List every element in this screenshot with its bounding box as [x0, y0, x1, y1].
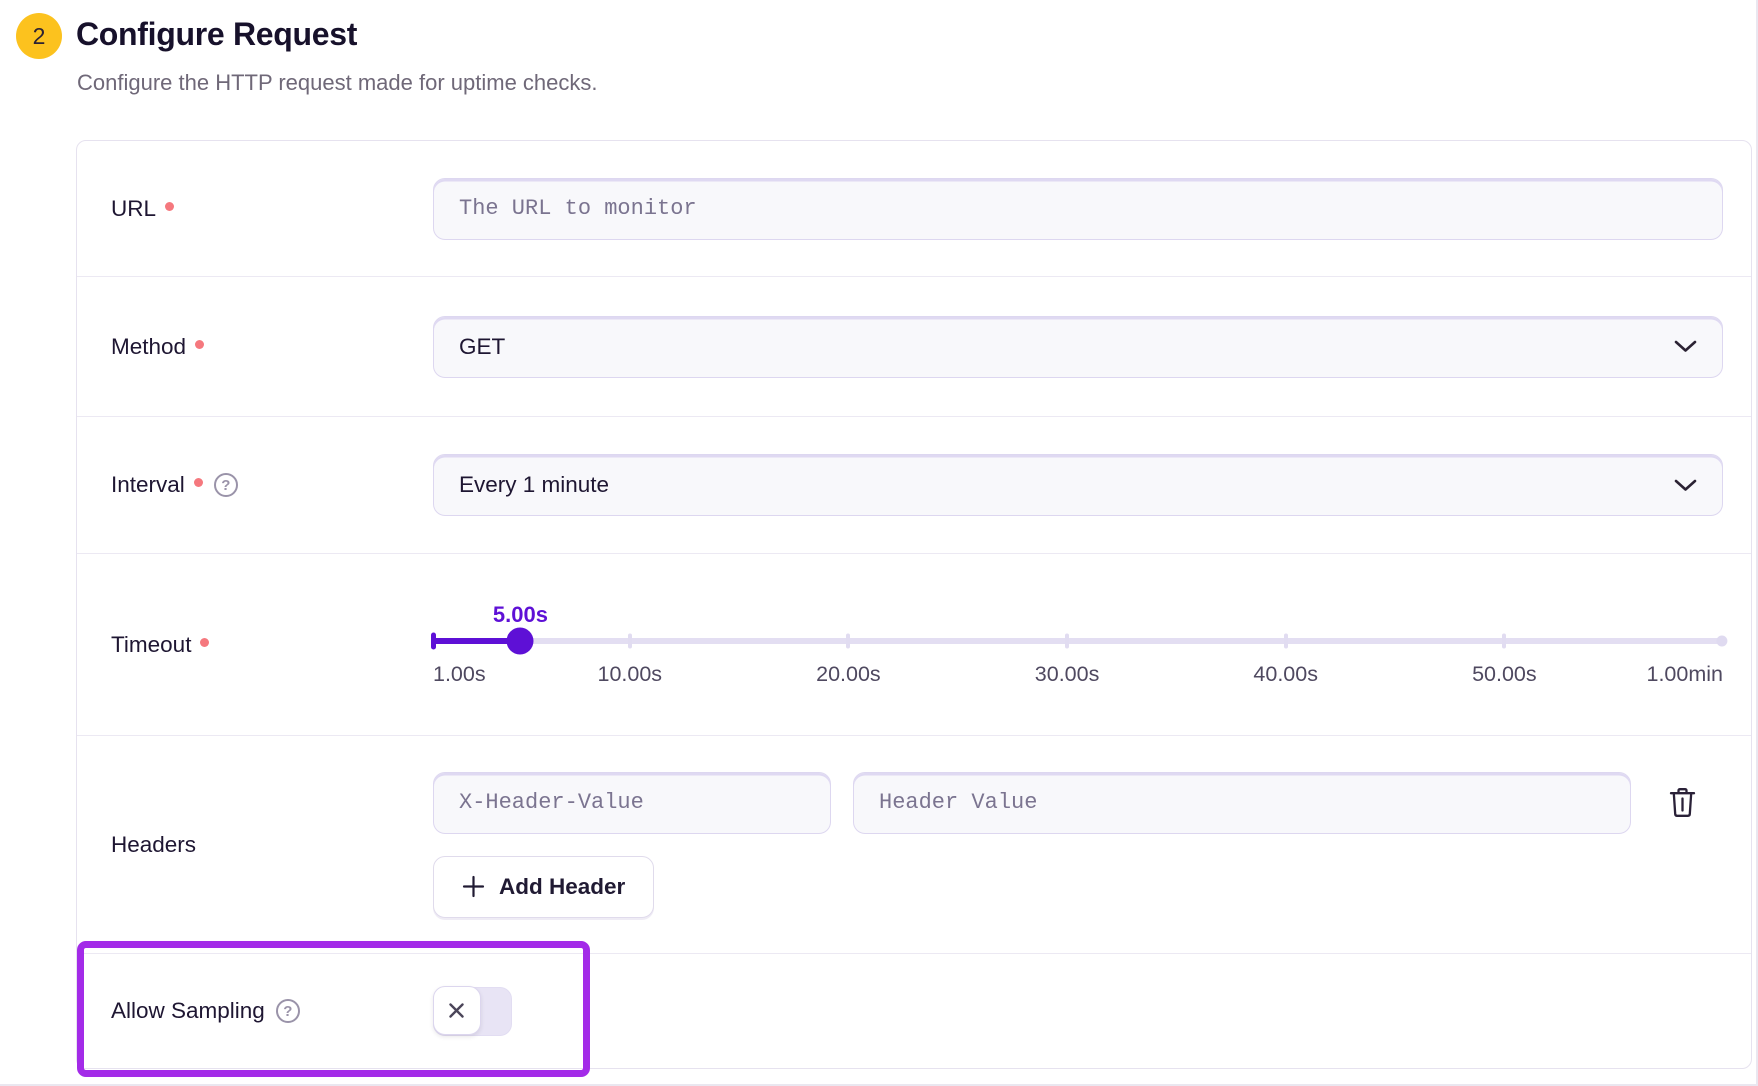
method-selected-value: GET	[459, 334, 505, 360]
required-indicator	[200, 638, 209, 647]
interval-selected-value: Every 1 minute	[459, 472, 609, 498]
close-icon	[447, 1001, 466, 1020]
add-header-label: Add Header	[499, 874, 625, 900]
interval-label-text: Interval	[111, 472, 185, 498]
plus-icon	[462, 875, 485, 898]
timeout-slider-handle[interactable]	[507, 627, 534, 654]
timeout-tick-labels: 1.00s 10.00s 20.00s 30.00s 40.00s 50.00s…	[433, 662, 1723, 688]
tick-label: 1.00s	[433, 662, 486, 687]
allow-sampling-row: Allow Sampling ?	[77, 954, 1751, 1068]
required-indicator	[195, 340, 204, 349]
timeout-current-value: 5.00s	[493, 602, 548, 628]
url-label-text: URL	[111, 196, 156, 222]
timeout-label-text: Timeout	[111, 632, 191, 658]
chevron-down-icon	[1674, 340, 1697, 353]
help-icon[interactable]: ?	[276, 999, 300, 1023]
header-name-input[interactable]	[433, 772, 831, 834]
timeout-label: Timeout	[77, 632, 433, 658]
timeout-slider-track[interactable]	[433, 638, 1723, 644]
chevron-down-icon	[1674, 479, 1697, 492]
tick-label: 50.00s	[1472, 662, 1537, 687]
slider-tickmark	[846, 633, 850, 648]
method-label-text: Method	[111, 334, 186, 360]
tick-label: 10.00s	[597, 662, 662, 687]
tick-label: 20.00s	[816, 662, 881, 687]
allow-sampling-toggle[interactable]	[433, 987, 512, 1036]
tick-label: 40.00s	[1253, 662, 1318, 687]
add-header-button[interactable]: Add Header	[433, 856, 654, 918]
tick-label: 1.00min	[1647, 662, 1724, 687]
required-indicator	[194, 478, 203, 487]
toggle-knob	[433, 986, 481, 1035]
slider-tickmark	[1065, 633, 1069, 648]
allow-sampling-label: Allow Sampling ?	[77, 998, 433, 1024]
interval-row: Interval ? Every 1 minute	[77, 417, 1751, 554]
headers-row: Headers	[77, 736, 1751, 954]
slider-tickmark	[628, 633, 632, 648]
method-row: Method GET	[77, 277, 1751, 417]
slider-end-cap	[1716, 635, 1727, 646]
step-number: 2	[33, 23, 46, 50]
slider-tickmark	[1502, 633, 1506, 648]
method-label: Method	[77, 334, 433, 360]
header-value-input[interactable]	[853, 772, 1631, 834]
headers-label: Headers	[77, 832, 433, 858]
trash-icon	[1667, 786, 1698, 819]
interval-select[interactable]: Every 1 minute	[433, 454, 1723, 516]
page-subtitle: Configure the HTTP request made for upti…	[77, 70, 598, 96]
headers-label-text: Headers	[111, 832, 196, 858]
interval-label: Interval ?	[77, 472, 433, 498]
allow-sampling-label-text: Allow Sampling	[111, 998, 265, 1024]
request-config-panel: URL Method GET	[76, 140, 1752, 1069]
method-select[interactable]: GET	[433, 316, 1723, 378]
required-indicator	[165, 202, 174, 211]
url-input[interactable]	[433, 178, 1723, 240]
configure-request-page: 2 Configure Request Configure the HTTP r…	[0, 0, 1758, 1086]
url-row: URL	[77, 141, 1751, 277]
timeout-slider: 5.00s 1.00s 10.	[433, 602, 1723, 688]
tick-label: 30.00s	[1035, 662, 1100, 687]
timeout-row: Timeout 5.00s	[77, 554, 1751, 736]
delete-header-button[interactable]	[1663, 784, 1701, 822]
help-icon[interactable]: ?	[214, 473, 238, 497]
step-number-badge: 2	[16, 13, 62, 59]
timeout-value-wrap: 5.00s	[433, 602, 1723, 632]
url-label: URL	[77, 196, 433, 222]
slider-tickmark	[1284, 633, 1288, 648]
page-title: Configure Request	[76, 16, 357, 53]
